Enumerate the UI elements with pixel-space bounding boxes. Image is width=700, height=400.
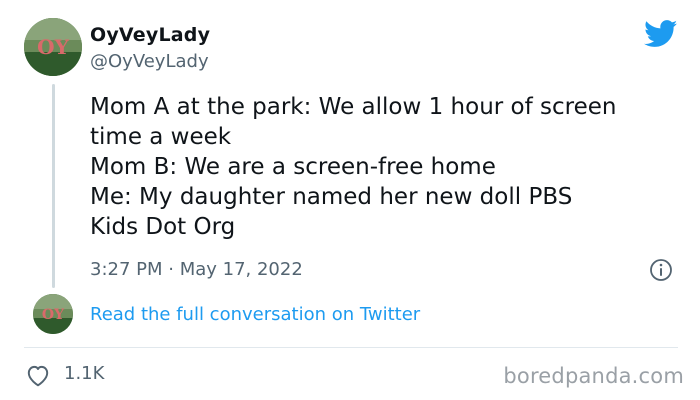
twitter-bird-icon[interactable]	[644, 20, 678, 48]
tweet-text-line: time a week	[90, 124, 232, 150]
like-count: 1.1K	[64, 363, 105, 384]
tweet-text-line: Kids Dot Org	[90, 214, 236, 240]
reply-avatar[interactable]: OY	[33, 294, 73, 334]
watermark: boredpanda.com	[503, 364, 684, 388]
oy-sign-avatar-icon: OY	[24, 18, 82, 76]
oy-sign-avatar-small-icon: OY	[33, 294, 73, 334]
tweet-text-line: Mom A at the park: We allow 1 hour of sc…	[90, 94, 617, 120]
author-display-name[interactable]: OyVeyLady	[90, 24, 210, 46]
thread-line	[52, 84, 55, 288]
svg-text:OY: OY	[42, 307, 65, 323]
tweet-timestamp[interactable]: 3:27 PM · May 17, 2022	[90, 259, 303, 280]
tweet-text-line: Me: My daughter named her new doll PBS	[90, 184, 573, 210]
tweet-text: Mom A at the park: We allow 1 hour of sc…	[90, 92, 680, 242]
author-avatar[interactable]: OY	[24, 18, 82, 76]
footer-divider	[24, 347, 678, 348]
author-handle[interactable]: @OyVeyLady	[90, 51, 209, 72]
read-full-conversation-link[interactable]: Read the full conversation on Twitter	[90, 304, 420, 325]
heart-icon[interactable]	[25, 363, 51, 387]
tweet-embed-card: OY OyVeyLady @OyVeyLady Mom A at the par…	[0, 0, 700, 400]
tweet-text-line: Mom B: We are a screen-free home	[90, 154, 496, 180]
svg-text:OY: OY	[37, 35, 69, 59]
info-icon[interactable]	[649, 258, 673, 282]
